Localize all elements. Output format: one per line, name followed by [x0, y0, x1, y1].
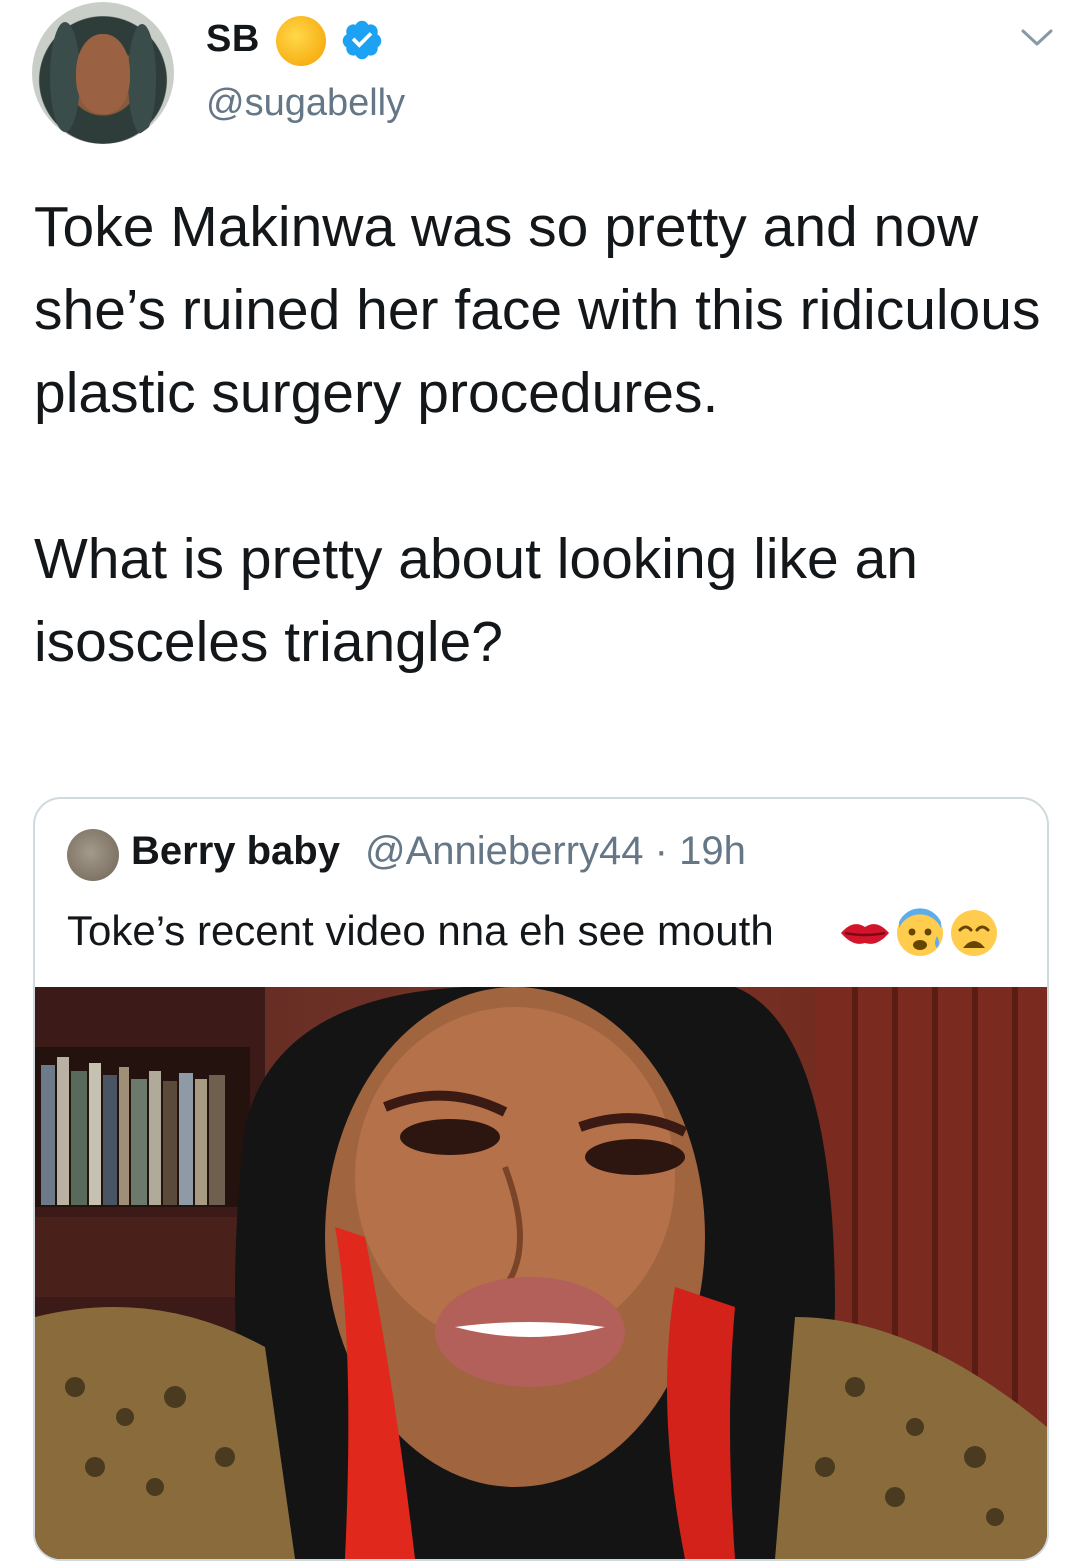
author-handle[interactable]: @sugabelly [206, 82, 405, 125]
quoted-emoji-row [839, 907, 999, 959]
avatar-hair-right [128, 24, 156, 134]
anxious-face-emoji [897, 908, 943, 956]
tweet-text-paragraph: Toke Makinwa was so pretty and now she’s… [34, 195, 1041, 425]
tweet-text-paragraph: What is pretty about looking like an iso… [34, 527, 918, 674]
weary-face-emoji [951, 910, 997, 956]
author-display-name[interactable]: SB [206, 18, 260, 61]
chevron-down-icon[interactable] [1020, 26, 1054, 50]
quoted-tweet[interactable]: Berry baby @Annieberry44 · 19h Toke’s re… [33, 797, 1049, 1561]
tweet-text: Toke Makinwa was so pretty and now she’s… [34, 186, 1044, 684]
sun-badge-icon [276, 16, 326, 66]
lips-emoji [841, 924, 889, 944]
verified-icon [342, 20, 382, 60]
avatar-face [76, 34, 130, 114]
video-still[interactable] [35, 987, 1047, 1559]
quoted-author-avatar[interactable] [67, 829, 119, 881]
author-avatar[interactable] [32, 2, 174, 144]
bookshelf-books [41, 1057, 225, 1205]
quoted-author-handle-time: @Annieberry44 · 19h [365, 829, 746, 873]
quoted-tweet-text: Toke’s recent video nna eh see mouth [67, 907, 774, 954]
quoted-author-name[interactable]: Berry baby [131, 829, 340, 874]
video-still-illustration [35, 987, 1047, 1559]
